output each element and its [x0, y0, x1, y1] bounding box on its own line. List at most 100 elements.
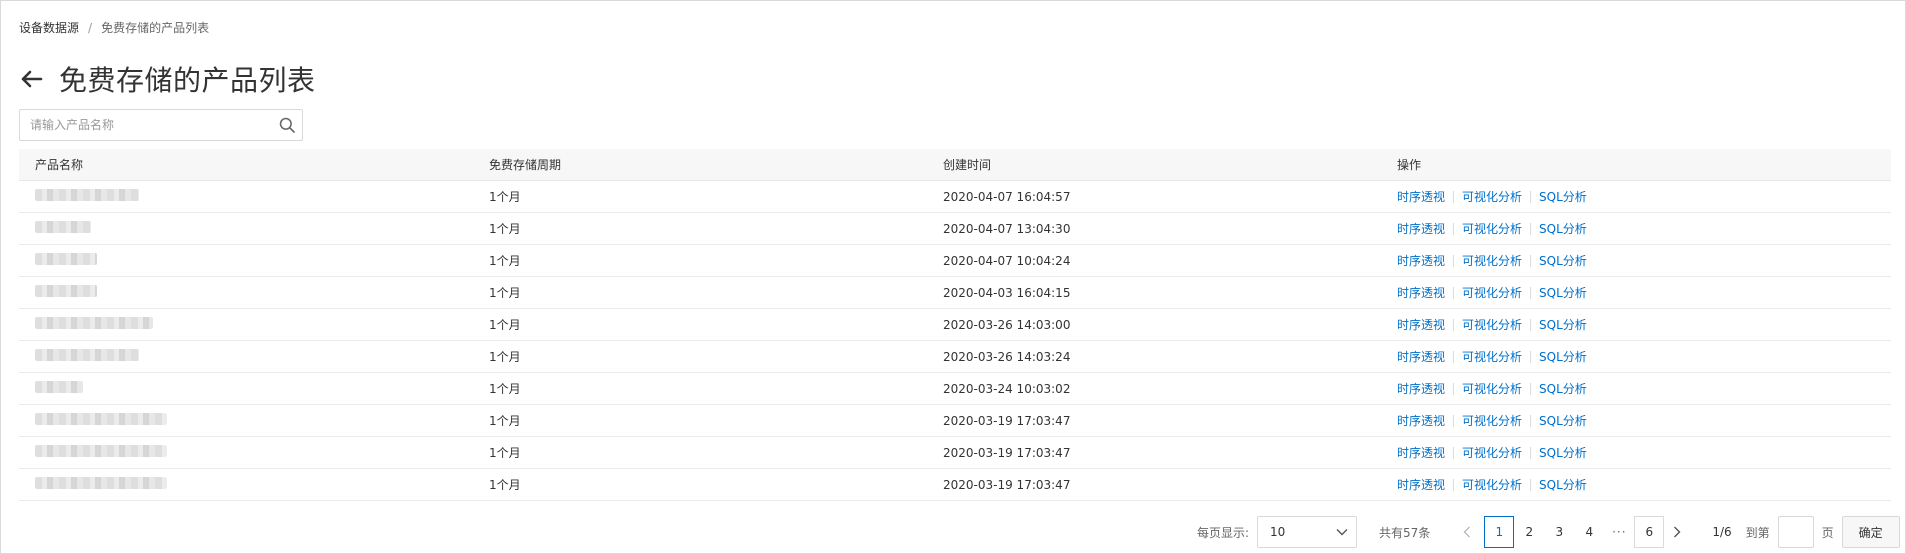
actions-cell: 时序透视 可视化分析 SQL分析 — [1397, 252, 1891, 269]
per-page-label: 每页显示: — [1197, 525, 1250, 540]
action-separator — [1453, 414, 1455, 427]
search-input[interactable] — [20, 110, 272, 140]
storage-period-cell: 1个月 — [489, 446, 521, 460]
visual-analysis-link[interactable]: 可视化分析 — [1462, 380, 1522, 397]
actions-cell: 时序透视 可视化分析 SQL分析 — [1397, 380, 1891, 397]
breadcrumb-parent-link[interactable]: 设备数据源 — [19, 19, 79, 36]
timeseries-link[interactable]: 时序透视 — [1397, 444, 1445, 461]
storage-period-cell: 1个月 — [489, 382, 521, 396]
action-separator — [1530, 414, 1532, 427]
product-name-cell — [19, 317, 489, 332]
page-button[interactable]: 1 — [1484, 516, 1515, 548]
created-time-cell: 2020-03-19 17:03:47 — [943, 477, 1071, 492]
page-ellipsis[interactable]: ··· — [1604, 516, 1634, 548]
redacted-product-name — [35, 189, 139, 201]
per-page-value: 10 — [1270, 525, 1286, 539]
table-row: 1个月 2020-04-07 13:04:30 时序透视 可视化分析 SQL分析 — [19, 213, 1891, 245]
product-name-cell — [19, 413, 489, 428]
timeseries-link[interactable]: 时序透视 — [1397, 316, 1445, 333]
redacted-product-name — [35, 413, 167, 425]
sql-analysis-link[interactable]: SQL分析 — [1539, 284, 1587, 301]
action-separator — [1453, 286, 1455, 299]
next-page-icon[interactable] — [1664, 516, 1690, 548]
per-page-select[interactable]: 10 — [1257, 516, 1358, 548]
storage-period-cell: 1个月 — [489, 478, 521, 492]
action-separator — [1453, 222, 1455, 235]
action-separator — [1453, 446, 1455, 459]
actions-cell: 时序透视 可视化分析 SQL分析 — [1397, 220, 1891, 237]
action-separator — [1453, 478, 1455, 491]
page-button[interactable]: 2 — [1514, 516, 1544, 548]
visual-analysis-link[interactable]: 可视化分析 — [1462, 316, 1522, 333]
page-button[interactable]: 4 — [1574, 516, 1604, 548]
timeseries-link[interactable]: 时序透视 — [1397, 476, 1445, 493]
search-icon[interactable] — [272, 110, 302, 140]
sql-analysis-link[interactable]: SQL分析 — [1539, 252, 1587, 269]
page-list: 1234 — [1480, 516, 1604, 548]
actions-cell: 时序透视 可视化分析 SQL分析 — [1397, 476, 1891, 493]
timeseries-link[interactable]: 时序透视 — [1397, 188, 1445, 205]
action-separator — [1530, 382, 1532, 395]
product-name-cell — [19, 221, 489, 236]
action-separator — [1530, 478, 1532, 491]
page-button[interactable]: 3 — [1544, 516, 1574, 548]
table-row: 1个月 2020-04-07 16:04:57 时序透视 可视化分析 SQL分析 — [19, 181, 1891, 213]
action-separator — [1453, 190, 1455, 203]
visual-analysis-link[interactable]: 可视化分析 — [1462, 252, 1522, 269]
sql-analysis-link[interactable]: SQL分析 — [1539, 188, 1587, 205]
visual-analysis-link[interactable]: 可视化分析 — [1462, 188, 1522, 205]
visual-analysis-link[interactable]: 可视化分析 — [1462, 476, 1522, 493]
sql-analysis-link[interactable]: SQL分析 — [1539, 412, 1587, 429]
timeseries-link[interactable]: 时序透视 — [1397, 284, 1445, 301]
action-separator — [1530, 254, 1532, 267]
actions-cell: 时序透视 可视化分析 SQL分析 — [1397, 412, 1891, 429]
action-separator — [1530, 350, 1532, 363]
storage-period-cell: 1个月 — [489, 190, 521, 204]
prev-page-icon[interactable] — [1454, 516, 1480, 548]
action-separator — [1530, 222, 1532, 235]
redacted-product-name — [35, 445, 167, 457]
created-time-cell: 2020-03-24 10:03:02 — [943, 381, 1071, 396]
redacted-product-name — [35, 477, 167, 489]
created-time-cell: 2020-04-03 16:04:15 — [943, 285, 1071, 300]
storage-period-cell: 1个月 — [489, 254, 521, 268]
visual-analysis-link[interactable]: 可视化分析 — [1462, 412, 1522, 429]
timeseries-link[interactable]: 时序透视 — [1397, 412, 1445, 429]
sql-analysis-link[interactable]: SQL分析 — [1539, 316, 1587, 333]
created-time-cell: 2020-03-26 14:03:24 — [943, 349, 1071, 364]
visual-analysis-link[interactable]: 可视化分析 — [1462, 348, 1522, 365]
total-count: 共有57条 — [1379, 525, 1431, 540]
redacted-product-name — [35, 221, 91, 233]
actions-cell: 时序透视 可视化分析 SQL分析 — [1397, 348, 1891, 365]
page-title: 免费存储的产品列表 — [59, 64, 316, 97]
page-button-last[interactable]: 6 — [1634, 516, 1665, 548]
visual-analysis-link[interactable]: 可视化分析 — [1462, 220, 1522, 237]
visual-analysis-link[interactable]: 可视化分析 — [1462, 284, 1522, 301]
arrow-left-icon[interactable] — [19, 66, 45, 92]
redacted-product-name — [35, 285, 97, 297]
visual-analysis-link[interactable]: 可视化分析 — [1462, 444, 1522, 461]
sql-analysis-link[interactable]: SQL分析 — [1539, 444, 1587, 461]
chevron-down-icon — [1336, 525, 1348, 539]
timeseries-link[interactable]: 时序透视 — [1397, 348, 1445, 365]
page-ratio: 1/6 — [1712, 525, 1732, 539]
table-row: 1个月 2020-03-19 17:03:47 时序透视 可视化分析 SQL分析 — [19, 437, 1891, 469]
created-time-cell: 2020-03-26 14:03:00 — [943, 317, 1071, 332]
created-time-cell: 2020-04-07 16:04:57 — [943, 189, 1071, 204]
table-header: 产品名称 免费存储周期 创建时间 操作 — [19, 149, 1891, 181]
page-unit-label: 页 — [1821, 525, 1834, 540]
sql-analysis-link[interactable]: SQL分析 — [1539, 380, 1587, 397]
timeseries-link[interactable]: 时序透视 — [1397, 252, 1445, 269]
action-separator — [1453, 382, 1455, 395]
sql-analysis-link[interactable]: SQL分析 — [1539, 220, 1587, 237]
sql-analysis-link[interactable]: SQL分析 — [1539, 348, 1587, 365]
redacted-product-name — [35, 317, 153, 329]
sql-analysis-link[interactable]: SQL分析 — [1539, 476, 1587, 493]
timeseries-link[interactable]: 时序透视 — [1397, 380, 1445, 397]
confirm-button[interactable]: 确定 — [1841, 516, 1900, 548]
timeseries-link[interactable]: 时序透视 — [1397, 220, 1445, 237]
page-jump-input[interactable] — [1777, 516, 1814, 548]
product-name-cell — [19, 477, 489, 492]
actions-cell: 时序透视 可视化分析 SQL分析 — [1397, 284, 1891, 301]
action-separator — [1530, 286, 1532, 299]
